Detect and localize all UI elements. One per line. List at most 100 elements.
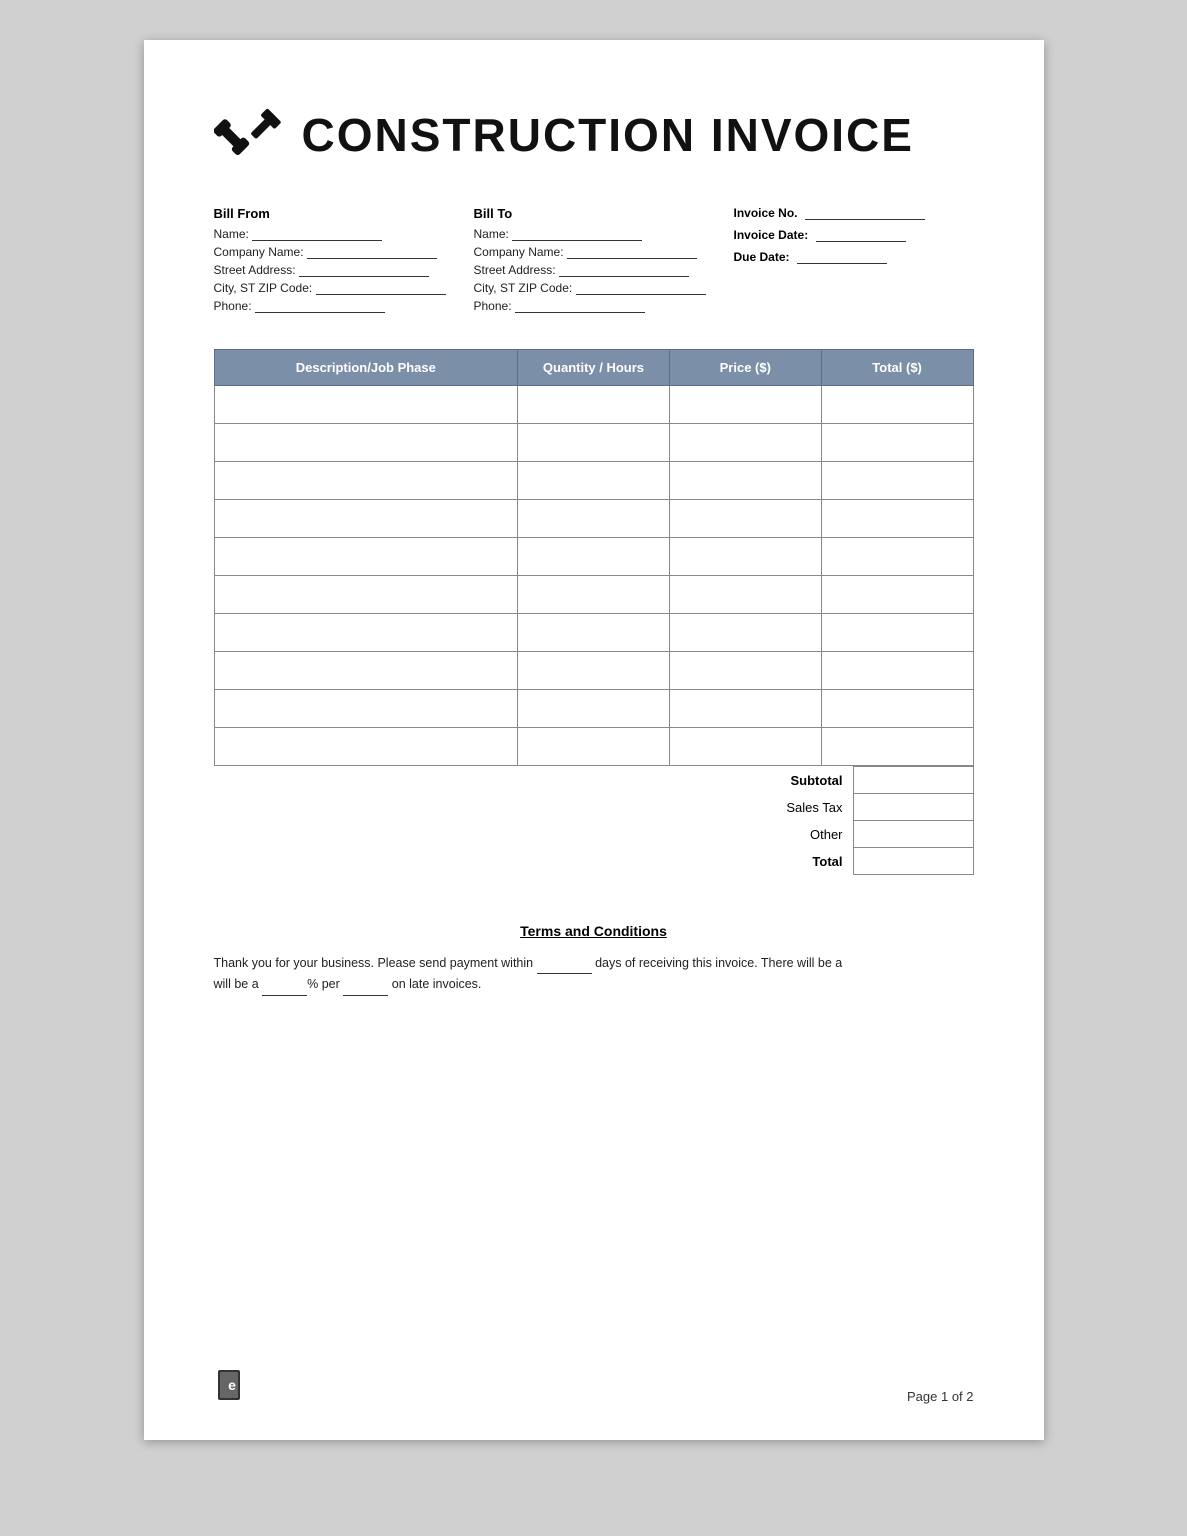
total-row: Total — [714, 848, 974, 875]
table-cell — [214, 386, 518, 424]
table-cell — [821, 424, 973, 462]
table-cell — [214, 462, 518, 500]
table-cell — [669, 386, 821, 424]
table-cell — [669, 690, 821, 728]
table-row — [214, 386, 973, 424]
table-cell — [214, 576, 518, 614]
doc-icon: e — [214, 1368, 250, 1404]
table-cell — [518, 500, 670, 538]
invoice-meta-col: Invoice No. Invoice Date: Due Date: — [734, 206, 974, 317]
subtotal-label: Subtotal — [714, 767, 854, 794]
col-quantity: Quantity / Hours — [518, 350, 670, 386]
table-row — [214, 576, 973, 614]
table-cell — [821, 614, 973, 652]
table-cell — [518, 538, 670, 576]
col-price: Price ($) — [669, 350, 821, 386]
bill-from-company: Company Name: — [214, 245, 474, 259]
table-cell — [669, 500, 821, 538]
table-cell — [669, 538, 821, 576]
totals-section: Subtotal Sales Tax Other Total — [214, 766, 974, 875]
invoice-no-field: Invoice No. — [734, 206, 974, 220]
page-number: Page 1 of 2 — [907, 1389, 974, 1404]
other-row: Other — [714, 821, 974, 848]
bill-from-phone: Phone: — [214, 299, 474, 313]
table-cell — [518, 576, 670, 614]
subtotal-value — [853, 767, 973, 794]
svg-text:e: e — [228, 1377, 236, 1393]
totals-table: Subtotal Sales Tax Other Total — [714, 766, 974, 875]
sales-tax-row: Sales Tax — [714, 794, 974, 821]
invoice-table: Description/Job Phase Quantity / Hours P… — [214, 349, 974, 766]
table-cell — [821, 690, 973, 728]
bill-to-name: Name: — [474, 227, 734, 241]
table-cell — [821, 728, 973, 766]
bill-from-street: Street Address: — [214, 263, 474, 277]
construction-icon — [214, 100, 284, 170]
col-total: Total ($) — [821, 350, 973, 386]
bill-section: Bill From Name: Company Name: Street Add… — [214, 206, 974, 317]
table-row — [214, 690, 973, 728]
table-cell — [821, 386, 973, 424]
table-cell — [821, 652, 973, 690]
bill-from-name: Name: — [214, 227, 474, 241]
table-cell — [821, 500, 973, 538]
other-value — [853, 821, 973, 848]
bill-to-phone: Phone: — [474, 299, 734, 313]
table-cell — [518, 652, 670, 690]
table-cell — [518, 614, 670, 652]
table-cell — [821, 576, 973, 614]
table-cell — [669, 424, 821, 462]
bill-to-street: Street Address: — [474, 263, 734, 277]
table-row — [214, 424, 973, 462]
table-cell — [214, 728, 518, 766]
invoice-footer: e Page 1 of 2 — [214, 1368, 974, 1404]
table-row — [214, 614, 973, 652]
bill-from-city: City, ST ZIP Code: — [214, 281, 474, 295]
bill-from-col: Bill From Name: Company Name: Street Add… — [214, 206, 474, 317]
table-cell — [669, 728, 821, 766]
table-cell — [821, 538, 973, 576]
invoice-date-field: Invoice Date: — [734, 228, 974, 242]
table-cell — [214, 690, 518, 728]
sales-tax-value — [853, 794, 973, 821]
table-cell — [214, 424, 518, 462]
table-cell — [518, 690, 670, 728]
terms-section: Terms and Conditions Thank you for your … — [214, 923, 974, 996]
table-cell — [518, 462, 670, 500]
table-cell — [669, 462, 821, 500]
bill-to-city: City, ST ZIP Code: — [474, 281, 734, 295]
invoice-header: CONSTRUCTION INVOICE — [214, 100, 974, 170]
table-cell — [518, 728, 670, 766]
table-row — [214, 538, 973, 576]
table-cell — [821, 462, 973, 500]
total-value — [853, 848, 973, 875]
due-date-field: Due Date: — [734, 250, 974, 264]
total-label: Total — [714, 848, 854, 875]
terms-title: Terms and Conditions — [214, 923, 974, 939]
bill-from-title: Bill From — [214, 206, 474, 221]
subtotal-row: Subtotal — [714, 767, 974, 794]
table-cell — [518, 424, 670, 462]
table-row — [214, 462, 973, 500]
table-row — [214, 652, 973, 690]
table-cell — [214, 614, 518, 652]
col-description: Description/Job Phase — [214, 350, 518, 386]
terms-text: Thank you for your business. Please send… — [214, 953, 974, 996]
other-label: Other — [714, 821, 854, 848]
table-cell — [214, 500, 518, 538]
table-cell — [214, 652, 518, 690]
table-cell — [669, 652, 821, 690]
bill-to-col: Bill To Name: Company Name: Street Addre… — [474, 206, 734, 317]
sales-tax-label: Sales Tax — [714, 794, 854, 821]
invoice-page: CONSTRUCTION INVOICE Bill From Name: Com… — [144, 40, 1044, 1440]
bill-to-title: Bill To — [474, 206, 734, 221]
table-cell — [214, 538, 518, 576]
table-cell — [669, 614, 821, 652]
table-header-row: Description/Job Phase Quantity / Hours P… — [214, 350, 973, 386]
bill-to-company: Company Name: — [474, 245, 734, 259]
table-row — [214, 500, 973, 538]
invoice-title: CONSTRUCTION INVOICE — [302, 108, 914, 162]
table-cell — [518, 386, 670, 424]
table-cell — [669, 576, 821, 614]
table-row — [214, 728, 973, 766]
